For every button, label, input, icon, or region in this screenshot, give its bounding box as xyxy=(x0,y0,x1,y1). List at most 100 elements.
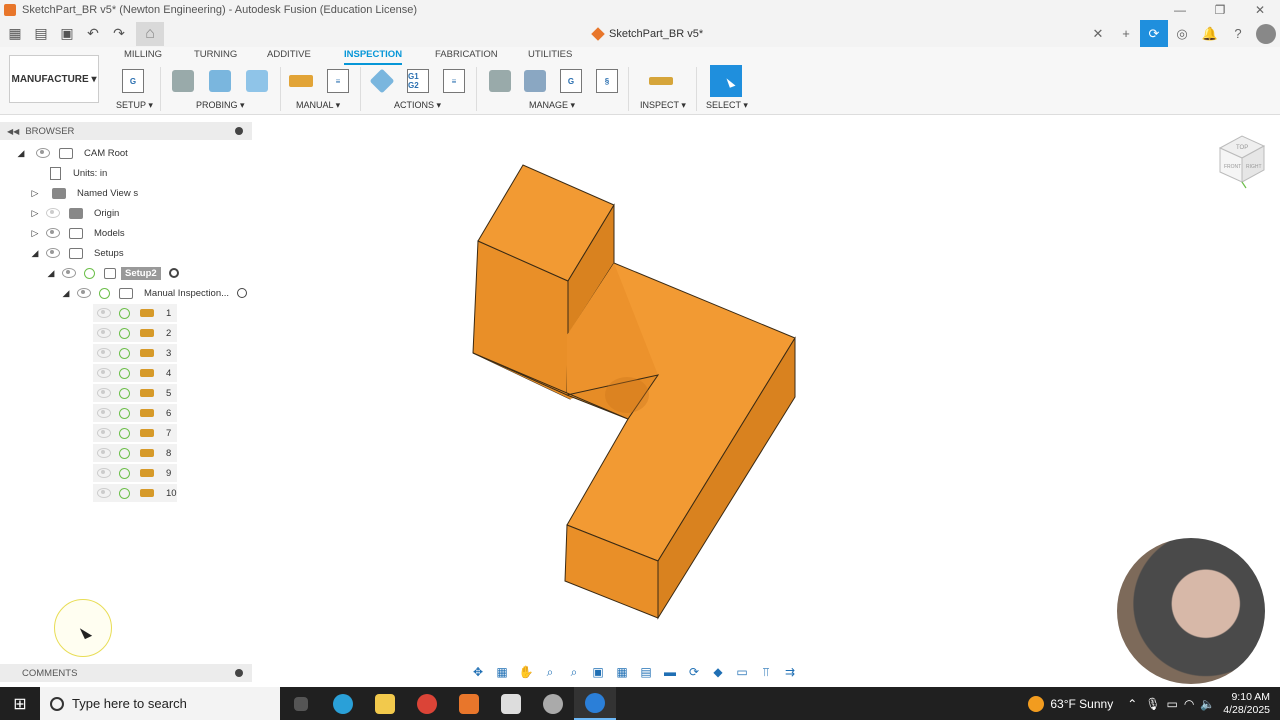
browser-pin-icon[interactable] xyxy=(235,127,243,135)
post-process-tool[interactable]: G1 G2 xyxy=(405,67,431,95)
extensions-icon[interactable]: ◎ xyxy=(1168,20,1196,47)
collapsed-triangle-icon[interactable]: ▷ xyxy=(30,228,40,238)
weather-text[interactable]: 63°F Sunny xyxy=(1050,697,1113,711)
probe-surface-tool[interactable] xyxy=(207,67,233,95)
tree-item-operation[interactable]: 5 xyxy=(93,384,177,402)
sync-icon[interactable]: ⟳ xyxy=(1140,20,1168,47)
shape-icon[interactable]: ◆ xyxy=(706,665,730,679)
tree-item-operation[interactable]: 1 xyxy=(93,304,177,322)
radio-circle-icon[interactable] xyxy=(237,288,248,298)
undo-icon[interactable]: ↶ xyxy=(82,23,104,45)
setup-sheet-tool[interactable]: ≡ xyxy=(441,67,467,95)
volume-icon[interactable]: 🔈 xyxy=(1200,697,1215,711)
simulation-icon[interactable]: ⇉ xyxy=(778,665,802,679)
close-button[interactable]: ✕ xyxy=(1240,0,1280,20)
task-view-icon[interactable] xyxy=(280,687,322,720)
visibility-eye-icon[interactable] xyxy=(97,448,111,458)
restore-button[interactable]: ❐ xyxy=(1200,0,1240,20)
file-explorer-icon[interactable] xyxy=(364,687,406,720)
refresh-icon[interactable]: ⟳ xyxy=(682,665,706,679)
collapsed-triangle-icon[interactable]: ▷ xyxy=(30,188,40,198)
section-icon[interactable]: ▬ xyxy=(658,665,682,679)
user-avatar[interactable] xyxy=(1256,23,1276,44)
new-tab-icon[interactable]: + xyxy=(1112,20,1140,47)
post-library-tool[interactable]: G xyxy=(558,67,584,95)
visibility-eye-icon[interactable] xyxy=(97,328,111,338)
tree-item-operation[interactable]: 10 xyxy=(93,484,177,502)
template-library-tool[interactable]: § xyxy=(594,67,620,95)
visibility-eye-icon[interactable] xyxy=(36,148,50,158)
zoom-icon[interactable]: ⌕ xyxy=(538,665,562,680)
tree-item-operation[interactable]: 8 xyxy=(93,444,177,462)
setup-tool[interactable]: G xyxy=(120,67,146,95)
inspect-group-label[interactable]: INSPECT ▾ xyxy=(640,100,686,111)
show-hidden-icons-icon[interactable]: ⌃ xyxy=(1127,697,1137,711)
expanded-triangle-icon[interactable]: ◢ xyxy=(46,268,56,278)
visibility-eye-icon[interactable] xyxy=(46,248,60,258)
tree-item-cam-root[interactable]: ◢ CAM Root xyxy=(16,144,128,162)
actions-group-label[interactable]: ACTIONS ▾ xyxy=(394,100,441,111)
tree-item-units[interactable]: Units: in xyxy=(44,164,107,182)
display-settings-icon[interactable]: ▣ xyxy=(586,665,610,679)
clock[interactable]: 9:10 AM 4/28/2025 xyxy=(1223,691,1270,717)
viewcube-right-label[interactable]: RIGHT xyxy=(1246,164,1262,170)
select-group-label[interactable]: SELECT ▾ xyxy=(706,100,748,111)
tool-icon[interactable]: ⫪ xyxy=(754,665,778,680)
visibility-eye-icon[interactable] xyxy=(62,268,76,278)
tab-additive[interactable]: ADDITIVE xyxy=(267,47,311,65)
simulate-tool[interactable] xyxy=(369,67,395,95)
tree-item-manual-inspection[interactable]: ◢ Manual Inspection... xyxy=(61,284,248,302)
probing-group-label[interactable]: PROBING ▾ xyxy=(196,100,245,111)
expanded-triangle-icon[interactable]: ◢ xyxy=(61,288,71,298)
manual-inspection-tool[interactable] xyxy=(288,67,314,95)
tree-item-operation[interactable]: 9 xyxy=(93,464,177,482)
comments-pin-icon[interactable] xyxy=(235,669,243,677)
close-tab-icon[interactable]: ✕ xyxy=(1084,20,1112,47)
photos-icon[interactable] xyxy=(490,687,532,720)
visibility-eye-icon[interactable] xyxy=(97,348,111,358)
windows-start-icon[interactable]: ⊞ xyxy=(0,687,40,720)
active-setup-icon[interactable] xyxy=(168,268,179,278)
probe-geometry-tool[interactable] xyxy=(244,67,270,95)
visibility-eye-icon[interactable] xyxy=(77,288,91,298)
expanded-triangle-icon[interactable]: ◢ xyxy=(16,148,26,158)
edge-icon[interactable] xyxy=(322,687,364,720)
visibility-eye-icon[interactable] xyxy=(97,428,111,438)
collapsed-triangle-icon[interactable]: ▷ xyxy=(30,208,40,218)
microphone-icon[interactable]: 🎙 xyxy=(1145,697,1160,711)
machine-library-tool[interactable] xyxy=(522,67,548,95)
tree-item-setups[interactable]: ◢ Setups xyxy=(30,244,124,262)
orbit-icon[interactable]: ✥ xyxy=(466,665,490,679)
tab-inspection[interactable]: INSPECTION xyxy=(344,47,403,65)
viewcube-top-label[interactable]: TOP xyxy=(1236,145,1248,151)
app-icon[interactable] xyxy=(532,687,574,720)
workspace-switcher[interactable]: MANUFACTURE ▾ xyxy=(9,55,99,103)
manual-report-tool[interactable]: ≡ xyxy=(325,67,351,95)
tab-utilities[interactable]: UTILITIES xyxy=(528,47,572,65)
file-menu-icon[interactable]: ▤ xyxy=(30,23,52,45)
tab-milling[interactable]: MILLING xyxy=(124,47,162,65)
weather-sun-icon[interactable] xyxy=(1028,695,1045,712)
visibility-eye-icon[interactable] xyxy=(97,408,111,418)
visibility-eye-icon[interactable] xyxy=(46,208,60,218)
fusion-taskbar-icon[interactable] xyxy=(448,687,490,720)
probe-part-tool[interactable] xyxy=(170,67,196,95)
stock-icon[interactable]: ▭ xyxy=(730,665,754,679)
view-cube[interactable]: TOP FRONT RIGHT xyxy=(1216,130,1266,190)
tree-item-models[interactable]: ▷ Models xyxy=(30,224,125,242)
measure-tool[interactable] xyxy=(648,67,674,95)
viewports-icon[interactable]: ▤ xyxy=(634,665,658,679)
help-icon[interactable]: ? xyxy=(1224,20,1252,47)
tree-item-operation[interactable]: 3 xyxy=(93,344,177,362)
home-icon[interactable]: ⌂ xyxy=(136,21,164,46)
visibility-eye-icon[interactable] xyxy=(97,368,111,378)
setup-group-label[interactable]: SETUP ▾ xyxy=(116,100,153,111)
tree-item-operation[interactable]: 2 xyxy=(93,324,177,342)
chrome-icon[interactable] xyxy=(406,687,448,720)
viewcube-front-label[interactable]: FRONT xyxy=(1224,164,1241,170)
grid-icon[interactable]: ▦ xyxy=(610,665,634,679)
manage-group-label[interactable]: MANAGE ▾ xyxy=(529,100,575,111)
redo-icon[interactable]: ↷ xyxy=(108,23,130,45)
browser-header[interactable]: ◀◀ BROWSER xyxy=(0,122,252,140)
visibility-eye-icon[interactable] xyxy=(97,488,111,498)
